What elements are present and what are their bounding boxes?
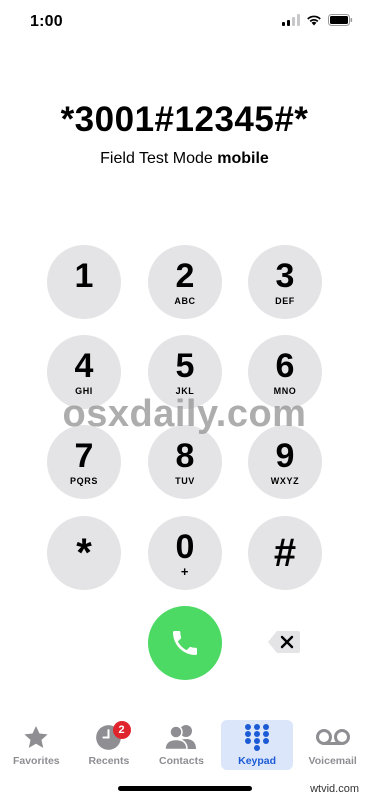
key-4[interactable]: 4 GHI — [47, 335, 121, 409]
key-digit: 6 — [275, 346, 295, 385]
tab-label: Contacts — [159, 755, 204, 767]
status-icons — [282, 14, 353, 26]
tab-keypad[interactable]: Keypad — [220, 720, 294, 770]
key-star[interactable]: * — [47, 516, 121, 590]
tab-favorites[interactable]: Favorites — [0, 715, 73, 775]
key-7[interactable]: 7 PQRS — [47, 425, 121, 499]
key-letters: TUV — [175, 475, 195, 486]
key-letters: PQRS — [70, 475, 98, 486]
key-3[interactable]: 3 DEF — [248, 245, 322, 319]
tab-bar: Favorites 2 Recents Contacts Keypad Voic… — [0, 715, 369, 775]
wifi-icon — [307, 15, 321, 26]
dialed-caption: Field Test Mode mobile — [0, 150, 369, 168]
key-digit: 0 — [175, 527, 195, 566]
key-letters: GHI — [75, 385, 93, 396]
key-letters: WXYZ — [270, 475, 300, 486]
key-digit: 7 — [74, 436, 94, 475]
key-digit: * — [76, 531, 92, 575]
caption-text: Field Test Mode — [100, 150, 213, 167]
tab-label: Voicemail — [308, 755, 357, 767]
key-1[interactable]: 1 — [47, 245, 121, 319]
phone-icon — [173, 631, 197, 655]
key-digit: 2 — [175, 256, 195, 295]
star-icon — [22, 723, 50, 751]
delete-button[interactable] — [266, 629, 302, 655]
key-letters: + — [180, 563, 190, 579]
key-digit: 5 — [175, 346, 195, 385]
keypad: 1 2 ABC 3 DEF 4 GHI 5 JKL 6 MNO 7 PQRS 8… — [0, 245, 369, 590]
key-2[interactable]: 2 ABC — [148, 245, 222, 319]
key-9[interactable]: 9 WXYZ — [248, 425, 322, 499]
status-bar: 1:00 — [0, 0, 369, 44]
recents-badge: 2 — [112, 721, 131, 739]
backspace-icon — [268, 631, 300, 653]
key-letters: ABC — [174, 295, 196, 306]
key-letters: MNO — [273, 385, 297, 396]
tab-voicemail[interactable]: Voicemail — [296, 715, 369, 775]
key-letters: JKL — [175, 385, 195, 396]
status-time: 1:00 — [30, 13, 63, 30]
home-indicator — [118, 786, 252, 791]
key-digit: 1 — [74, 256, 94, 295]
key-digit: 4 — [74, 346, 94, 385]
tab-contacts[interactable]: Contacts — [145, 715, 218, 775]
key-digit: 8 — [175, 436, 195, 475]
contacts-icon — [164, 723, 198, 751]
voicemail-icon — [315, 723, 350, 751]
keypad-icon — [244, 723, 270, 751]
signal-icon — [282, 14, 300, 26]
key-6[interactable]: 6 MNO — [248, 335, 322, 409]
key-digit: 3 — [275, 256, 295, 295]
tab-label: Favorites — [12, 755, 60, 767]
dialed-number: *3001#12345#* — [60, 100, 309, 139]
call-button[interactable] — [148, 606, 222, 680]
tab-recents[interactable]: 2 Recents — [73, 715, 146, 775]
key-digit: # — [273, 531, 297, 575]
tab-label: Keypad — [238, 755, 277, 767]
key-letters: DEF — [275, 295, 295, 306]
tab-label: Recents — [88, 755, 130, 767]
key-hash[interactable]: # — [248, 516, 322, 590]
battery-icon — [328, 14, 353, 26]
footer-credit: wtvid.com — [310, 783, 359, 795]
key-5[interactable]: 5 JKL — [148, 335, 222, 409]
key-0[interactable]: 0 + — [148, 516, 222, 590]
key-8[interactable]: 8 TUV — [148, 425, 222, 499]
caption-bold-text: mobile — [217, 150, 269, 167]
key-digit: 9 — [275, 436, 295, 475]
